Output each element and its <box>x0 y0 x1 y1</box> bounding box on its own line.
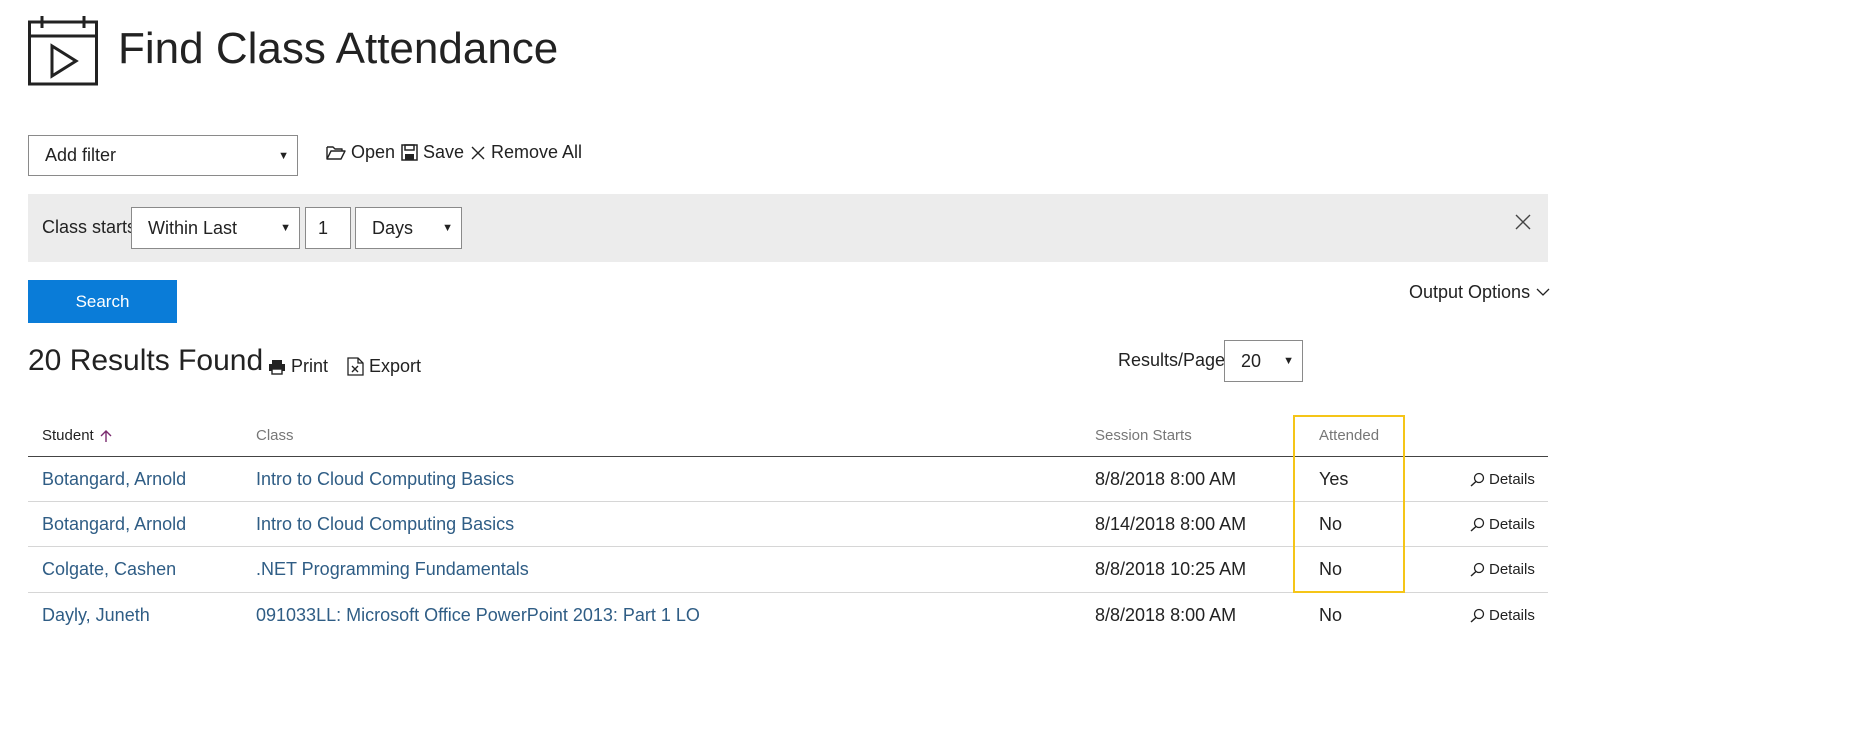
row-divider <box>28 501 1548 502</box>
row-2-details-link[interactable]: Details <box>1470 516 1535 533</box>
row-2-attended: No <box>1319 514 1343 534</box>
row-3-details-link[interactable]: Details <box>1470 561 1535 578</box>
output-options-label: Output Options <box>1409 282 1531 302</box>
search-icon <box>1470 517 1485 532</box>
row-1-session-starts: 8/8/2018 8:00 AM <box>1095 469 1237 489</box>
column-header-class[interactable]: Class <box>256 427 294 444</box>
print-button[interactable]: Print <box>268 356 328 377</box>
row-4-student-link[interactable]: Dayly, Juneth <box>42 605 150 626</box>
row-3-session-starts: 8/8/2018 10:25 AM <box>1095 559 1247 579</box>
page-title: Find Class Attendance <box>118 24 559 73</box>
folder-open-icon <box>326 145 346 160</box>
chevron-down-icon: ▼ <box>280 222 291 234</box>
printer-icon <box>269 359 285 375</box>
chevron-down-icon <box>1536 288 1550 296</box>
row-1-attended: Yes <box>1319 469 1349 489</box>
filter-value-text: 1 <box>318 217 329 238</box>
row-2-session-starts: 8/14/2018 8:00 AM <box>1095 514 1247 534</box>
column-header-attended[interactable]: Attended <box>1319 427 1379 444</box>
export-label: Export <box>369 356 422 376</box>
results-per-page-select[interactable]: 20 ▼ <box>1224 340 1303 382</box>
excel-export-icon <box>347 357 364 376</box>
row-divider <box>28 592 1548 593</box>
remove-filter-close-icon[interactable] <box>1514 213 1532 231</box>
search-icon <box>1470 608 1485 623</box>
results-count: 20 Results Found <box>28 344 264 377</box>
filter-unit-select[interactable]: Days ▼ <box>355 207 462 249</box>
column-header-student-label: Student <box>42 427 94 444</box>
row-1-class-link[interactable]: Intro to Cloud Computing Basics <box>256 469 514 490</box>
row-2-details-label: Details <box>1489 516 1535 533</box>
page-header <box>28 16 98 86</box>
add-filter-value: Add filter <box>45 145 117 165</box>
save-icon <box>401 144 418 161</box>
row-4-attended: No <box>1319 605 1343 625</box>
save-label: Save <box>423 142 465 162</box>
column-header-session-starts[interactable]: Session Starts <box>1095 427 1192 444</box>
row-1-details-label: Details <box>1489 471 1535 488</box>
filter-label: Class starts <box>42 217 137 237</box>
row-2-student-link[interactable]: Botangard, Arnold <box>42 514 186 535</box>
chevron-down-icon: ▼ <box>278 149 289 162</box>
add-filter-select[interactable]: Add filter ▼ <box>28 135 298 176</box>
remove-all-label: Remove All <box>491 142 583 162</box>
save-button[interactable]: Save <box>401 142 464 163</box>
results-per-page-value: 20 <box>1241 350 1262 371</box>
calendar-play-icon <box>28 16 98 86</box>
sort-ascending-icon <box>100 429 112 442</box>
row-3-details-label: Details <box>1489 561 1535 578</box>
table-header-divider <box>28 456 1548 457</box>
filter-value-input[interactable]: 1 <box>305 207 351 249</box>
row-3-student-link[interactable]: Colgate, Cashen <box>42 559 176 580</box>
search-button[interactable]: Search <box>28 280 177 323</box>
results-per-page-label: Results/Page: <box>1118 350 1231 370</box>
chevron-down-icon: ▼ <box>442 222 453 234</box>
export-button[interactable]: Export <box>347 356 421 377</box>
row-4-session-starts: 8/8/2018 8:00 AM <box>1095 605 1237 625</box>
open-label: Open <box>351 142 396 162</box>
open-button[interactable]: Open <box>326 142 395 163</box>
row-1-student-link[interactable]: Botangard, Arnold <box>42 469 186 490</box>
row-2-class-link[interactable]: Intro to Cloud Computing Basics <box>256 514 514 535</box>
filter-unit-value: Days <box>372 217 414 238</box>
search-icon <box>1470 562 1485 577</box>
filter-operator-value: Within Last <box>148 217 238 238</box>
row-3-class-link[interactable]: .NET Programming Fundamentals <box>256 559 529 580</box>
column-header-student[interactable]: Student <box>42 427 112 444</box>
search-button-label: Search <box>75 291 130 311</box>
row-4-details-link[interactable]: Details <box>1470 607 1535 624</box>
row-divider <box>28 546 1548 547</box>
row-3-attended: No <box>1319 559 1343 579</box>
chevron-down-icon: ▼ <box>1283 355 1294 367</box>
output-options-toggle[interactable]: Output Options <box>1409 282 1550 303</box>
remove-all-button[interactable]: Remove All <box>470 142 582 163</box>
filter-operator-select[interactable]: Within Last ▼ <box>131 207 300 249</box>
print-label: Print <box>291 356 329 376</box>
close-icon <box>471 146 485 159</box>
row-1-details-link[interactable]: Details <box>1470 471 1535 488</box>
search-icon <box>1470 472 1485 487</box>
row-4-class-link[interactable]: 091033LL: Microsoft Office PowerPoint 20… <box>256 605 700 626</box>
row-4-details-label: Details <box>1489 607 1535 624</box>
